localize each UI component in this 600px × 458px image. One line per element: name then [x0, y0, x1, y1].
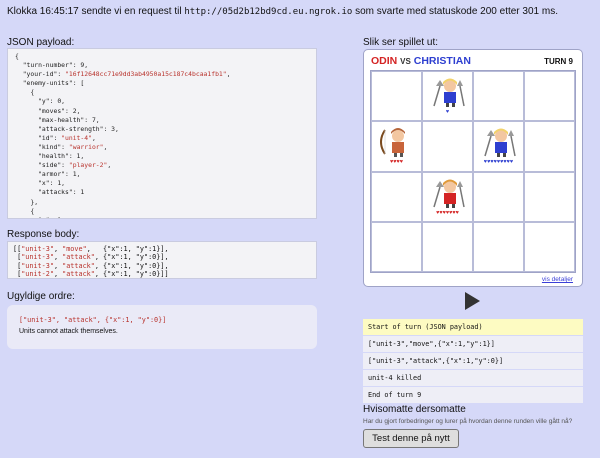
health-hearts: ♥♥♥♥ — [389, 159, 404, 166]
response-line: ["unit-3", "attack", {"x":1, "y":0}], — [13, 261, 169, 270]
board-cell — [524, 171, 575, 222]
board-cell: ♥♥♥♥♥♥♥ — [422, 171, 473, 222]
invalid-order-message: Units cannot attack themselves. — [19, 328, 118, 335]
feedback-heading: Hvisomatte dersomatte — [363, 404, 466, 415]
game-heading: Slik ser spillet ut: — [363, 37, 439, 48]
json-line: "your-id": "16f12648cc71e9dd3ab4950a15c1… — [15, 70, 231, 79]
feedback-text: Har du gjort forbedringer og lurer på hv… — [363, 418, 573, 425]
json-line: { — [15, 88, 35, 97]
vs-label: VS — [400, 57, 411, 66]
json-payload-heading: JSON payload: — [7, 37, 75, 48]
response-body-text: [["unit-3", "move", {"x":1, "y":1}], ["u… — [13, 245, 311, 279]
log-entry[interactable]: unit-4 killed — [363, 370, 583, 387]
retry-button[interactable]: Test denne på nytt — [363, 429, 459, 448]
json-payload-panel[interactable]: { "turn-number": 9, "your-id": "16f12648… — [7, 48, 317, 219]
health-hearts: ♥♥♥♥♥♥♥♥♥ — [483, 159, 514, 166]
board-cell — [422, 121, 473, 172]
json-line: "moves": 2, — [15, 106, 81, 115]
player2-name: CHRISTIAN — [413, 55, 471, 67]
show-details-link[interactable]: vis detaljer — [542, 276, 573, 283]
warrior-unit-icon[interactable] — [430, 177, 468, 212]
invalid-orders-panel: ["unit-3", "attack", {"x":1, "y":0}] Uni… — [7, 305, 317, 349]
json-line: { — [15, 206, 35, 215]
json-line: }, — [15, 197, 39, 206]
player1-name: ODIN — [371, 55, 398, 67]
game-title: ODIN VS CHRISTIAN — [371, 55, 471, 67]
json-line: "attack-strength": 3, — [15, 124, 119, 133]
game-board-card: ODIN VS CHRISTIAN TURN 9 ♥ ♥♥♥♥ ♥♥♥♥♥♥♥♥♥ ♥… — [363, 49, 583, 287]
board-cell: ♥♥♥♥♥♥♥♥♥ — [473, 121, 524, 172]
board-cell — [473, 171, 524, 222]
json-line: { — [15, 52, 19, 60]
game-board: ♥ ♥♥♥♥ ♥♥♥♥♥♥♥♥♥ ♥♥♥♥♥♥♥ — [370, 70, 576, 273]
json-line: "y": 1, — [15, 216, 309, 218]
json-line: "kind": "warrior", — [15, 142, 108, 151]
json-payload-text: { "turn-number": 9, "your-id": "16f12648… — [15, 52, 309, 218]
status-line: Klokka 16:45:17 sendte vi en request til… — [7, 6, 558, 17]
response-body-panel[interactable]: [["unit-3", "move", {"x":1, "y":1}], ["u… — [7, 241, 317, 279]
turn-label: TURN 9 — [544, 57, 573, 66]
json-line: "max-health": 7, — [15, 115, 100, 124]
turn-log: Start of turn (JSON payload) ["unit-3","m… — [363, 319, 583, 404]
json-line: "enemy-units": [ — [15, 79, 85, 88]
log-entry[interactable]: ["unit-3","move",{"x":1,"y":1}] — [363, 336, 583, 353]
status-suffix: som svarte med statuskode 200 etter 301 … — [355, 6, 558, 17]
board-cell: ♥ — [422, 71, 473, 122]
play-icon[interactable] — [465, 292, 480, 310]
json-line: "y": 0, — [15, 97, 66, 106]
json-line: "id": "unit-4", — [15, 133, 96, 142]
health-hearts: ♥♥♥♥♥♥♥ — [436, 209, 459, 216]
json-line: "x": 1, — [15, 179, 66, 188]
log-entry[interactable]: End of turn 9 — [363, 387, 583, 404]
json-line: "health": 1, — [15, 152, 85, 161]
request-url: http://05d2b12bd9cd.eu.ngrok.io — [184, 7, 353, 17]
status-prefix: Klokka 16:45:17 sendte vi en request til — [7, 6, 182, 17]
archer-unit-icon[interactable] — [379, 126, 415, 161]
log-entry[interactable]: ["unit-3","attack",{"x":1,"y":0}] — [363, 353, 583, 370]
invalid-orders-heading: Ugyldige ordre: — [7, 291, 75, 302]
response-line: ["unit-3", "attack", {"x":1, "y":0}], — [13, 253, 169, 262]
json-line: "side": "player-2", — [15, 161, 112, 170]
board-cell: ♥♥♥♥ — [371, 121, 422, 172]
health-hearts: ♥ — [445, 109, 450, 115]
board-cell — [371, 71, 422, 122]
board-cell — [371, 221, 422, 272]
json-line: "turn-number": 9, — [15, 61, 89, 70]
json-line: "attacks": 1 — [15, 188, 85, 197]
log-entry[interactable]: Start of turn (JSON payload) — [363, 319, 583, 336]
board-cell — [473, 71, 524, 122]
board-cell — [524, 71, 575, 122]
board-cell — [524, 221, 575, 272]
warrior-unit-icon[interactable] — [481, 126, 519, 161]
board-cell — [422, 221, 473, 272]
json-line: "armor": 1, — [15, 170, 81, 179]
board-cell — [371, 171, 422, 222]
warrior-unit-icon[interactable] — [430, 76, 468, 111]
board-cell — [473, 221, 524, 272]
response-line: ["unit-2", "attack", {"x":1, "y":0}]] — [13, 270, 169, 279]
response-body-heading: Response body: — [7, 229, 80, 240]
response-line: [["unit-3", "move", {"x":1, "y":1}], — [13, 245, 169, 253]
invalid-order: ["unit-3", "attack", {"x":1, "y":0}] — [19, 316, 167, 324]
board-cell — [524, 121, 575, 172]
